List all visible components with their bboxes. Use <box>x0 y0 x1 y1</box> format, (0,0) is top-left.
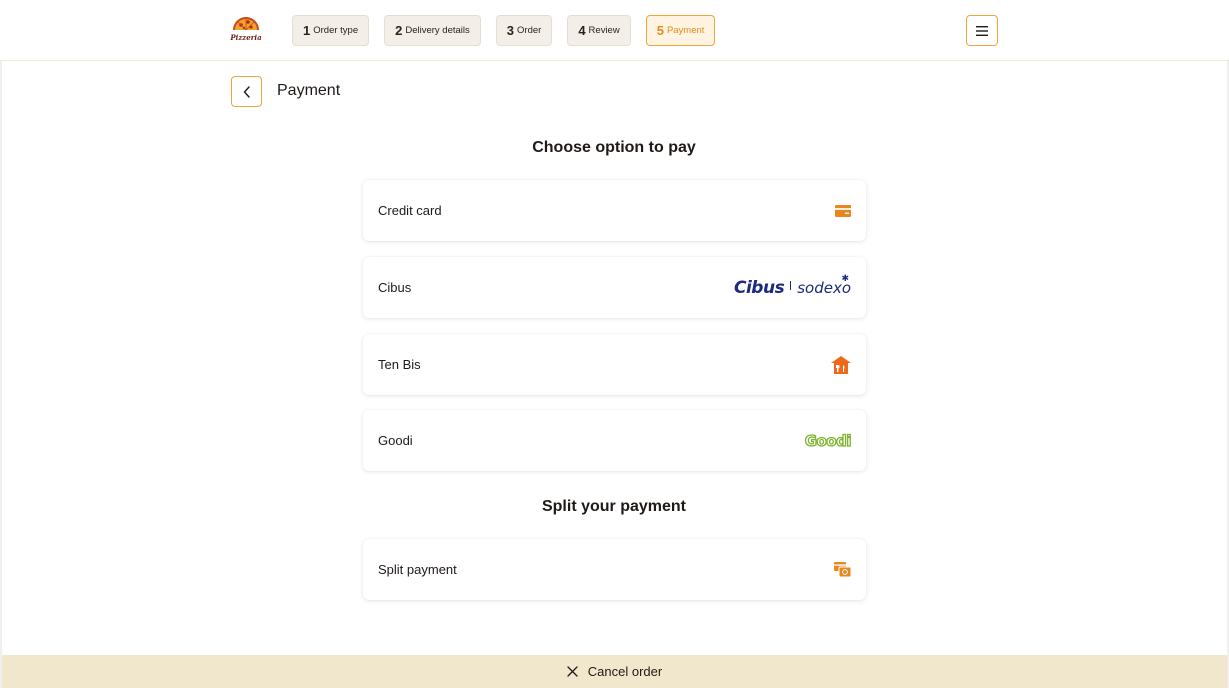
credit-card-icon <box>835 204 851 217</box>
goodi-logo-text: Goodi <box>804 431 852 450</box>
menu-button[interactable] <box>966 15 998 46</box>
logo-text: Pizzeria <box>230 33 262 42</box>
back-button[interactable] <box>231 76 262 107</box>
cibus-sodexo-logo: Cibus sodexo ✱ <box>734 273 851 298</box>
step-review[interactable]: 4 Review <box>567 15 631 46</box>
option-label: Credit card <box>378 203 442 218</box>
step-order[interactable]: 3 Order <box>495 15 553 46</box>
cancel-order-label: Cancel order <box>587 664 663 679</box>
option-label: Ten Bis <box>378 357 421 372</box>
checkout-steps: 1 Order type 2 Delivery details 3 Order … <box>292 15 716 46</box>
close-icon <box>567 666 578 677</box>
logo-divider <box>790 281 792 290</box>
pay-options-heading: Choose option to pay <box>532 139 696 156</box>
cibus-logo-text: Cibus <box>734 277 785 298</box>
option-label: Split payment <box>378 562 457 577</box>
sodexo-star-icon: ✱ <box>841 272 849 283</box>
payment-option-credit-card[interactable]: Credit card <box>363 180 866 241</box>
option-label: Goodi <box>378 433 413 448</box>
goodi-logo: Goodi <box>804 431 852 450</box>
cancel-order-bar[interactable]: Cancel order <box>2 655 1227 688</box>
pizzeria-logo[interactable]: Pizzeria <box>230 14 262 44</box>
payment-option-goodi[interactable]: Goodi Goodi <box>363 410 866 471</box>
step-number: 5 <box>656 23 664 38</box>
payment-option-split[interactable]: Split payment <box>363 539 866 600</box>
payment-option-ten-bis[interactable]: Ten Bis <box>363 334 866 395</box>
step-label: Order type <box>313 25 359 36</box>
split-heading: Split your payment <box>541 498 687 515</box>
step-payment[interactable]: 5 Payment <box>645 15 716 46</box>
step-label: Delivery details <box>405 25 470 36</box>
step-label: Order <box>517 25 542 36</box>
top-header: Pizzeria 1 Order type 2 Delivery details… <box>0 0 1229 61</box>
tenbis-logo-icon <box>831 355 851 374</box>
hamburger-menu-icon <box>976 25 988 36</box>
step-label: Payment <box>666 25 705 36</box>
split-payment-icon <box>834 562 851 577</box>
page-title: Payment <box>277 82 341 99</box>
step-number: 3 <box>506 23 515 38</box>
chevron-left-icon <box>243 85 250 98</box>
step-order-type[interactable]: 1 Order type <box>292 15 370 46</box>
option-label: Cibus <box>378 280 412 295</box>
step-label: Review <box>588 25 620 36</box>
payment-option-cibus[interactable]: Cibus Cibus sodexo ✱ <box>363 257 866 318</box>
step-number: 2 <box>395 23 403 38</box>
step-number: 1 <box>303 23 311 38</box>
step-delivery-details[interactable]: 2 Delivery details <box>384 15 481 46</box>
step-number: 4 <box>578 23 586 38</box>
